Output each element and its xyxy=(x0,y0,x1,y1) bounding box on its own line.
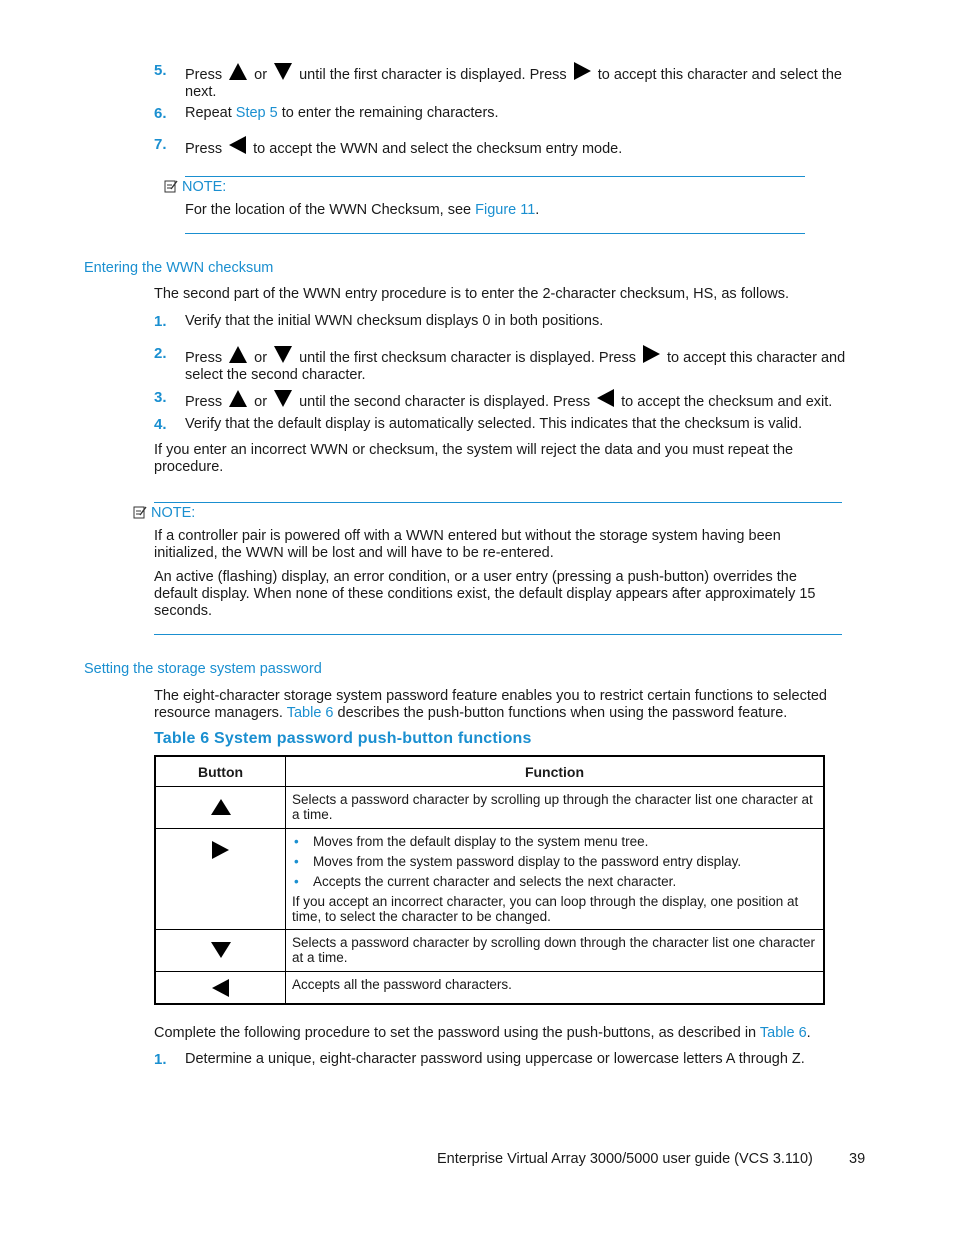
function-cell: Selects a password character by scrollin… xyxy=(285,786,825,829)
bullet-list: Moves from the default display to the sy… xyxy=(292,834,817,889)
step-text-part: Repeat xyxy=(185,105,236,121)
left-arrow-icon xyxy=(597,389,615,407)
step-text: Press or until the second character is d… xyxy=(185,389,855,411)
intro-text-part: . xyxy=(806,1025,811,1041)
section-heading: Entering the WWN checksum xyxy=(84,260,274,276)
note-header: NOTE: xyxy=(164,179,226,195)
down-arrow-icon xyxy=(274,346,293,363)
button-cell xyxy=(154,786,286,829)
intro-text-part: Complete the following procedure to set … xyxy=(154,1025,760,1041)
figure-11-link[interactable]: Figure 11 xyxy=(475,202,535,218)
table-6-link[interactable]: Table 6 xyxy=(760,1025,807,1041)
footer-title: Enterprise Virtual Array 3000/5000 user … xyxy=(437,1151,813,1167)
bullet-item: Moves from the system password display t… xyxy=(292,854,817,869)
step-number: 7. xyxy=(154,136,167,153)
note-paragraph: An active (flashing) display, an error c… xyxy=(154,569,816,619)
left-arrow-icon xyxy=(229,136,247,154)
button-cell xyxy=(154,828,286,930)
note-paragraph: If a controller pair is powered off with… xyxy=(154,528,781,561)
down-arrow-icon xyxy=(274,390,293,407)
step-text-part: to enter the remaining characters. xyxy=(277,105,499,121)
step-text: Press or until the first checksum charac… xyxy=(185,345,855,384)
section-intro: The eight-character storage system passw… xyxy=(154,688,849,722)
step-text-part: to accept the WWN and select the checksu… xyxy=(253,141,623,157)
step-text-part: or xyxy=(254,350,268,366)
table-header-row: Button Function xyxy=(154,755,825,787)
button-cell xyxy=(154,971,286,1004)
step-text-part: Press xyxy=(185,141,223,157)
step-text-part: or xyxy=(254,394,268,410)
note-icon xyxy=(133,506,147,519)
intro-text-part: describes the push-button functions when… xyxy=(333,705,788,721)
note-label: NOTE: xyxy=(151,505,196,521)
bullet-item: Accepts the current character and select… xyxy=(292,874,817,889)
step-text-part: Press xyxy=(185,350,223,366)
step-text: Press or until the first character is di… xyxy=(185,62,855,101)
step-number: 1. xyxy=(154,313,167,330)
note-text-part: . xyxy=(535,202,540,218)
note-label: NOTE: xyxy=(182,179,227,195)
step-text-part: Press xyxy=(185,67,223,83)
procedure-intro: Complete the following procedure to set … xyxy=(154,1025,844,1042)
up-arrow-icon xyxy=(229,63,248,80)
table-row: Selects a password character by scrollin… xyxy=(154,786,825,829)
step-text: Repeat Step 5 to enter the remaining cha… xyxy=(185,105,855,122)
button-cell xyxy=(154,929,286,972)
note-bottom-rule xyxy=(154,634,842,635)
step-text: Determine a unique, eight-character pass… xyxy=(185,1051,805,1067)
table-row: Selects a password character by scrollin… xyxy=(154,929,825,972)
up-arrow-icon xyxy=(229,346,248,363)
step-number: 3. xyxy=(154,389,167,406)
step-text: Verify that the initial WWN checksum dis… xyxy=(185,313,604,329)
page-number: 39 xyxy=(849,1151,866,1167)
step-number: 6. xyxy=(154,105,167,122)
section-intro: The second part of the WWN entry procedu… xyxy=(154,286,790,302)
function-cell: Moves from the default display to the sy… xyxy=(285,828,825,930)
step-5-link[interactable]: Step 5 xyxy=(236,105,278,121)
step-text-part: until the first character is displayed. … xyxy=(299,67,567,83)
step-text-part: until the second character is displayed.… xyxy=(299,394,591,410)
table-caption: Table 6 System password push-button func… xyxy=(154,730,532,747)
right-arrow-icon xyxy=(573,62,591,80)
step-number: 1. xyxy=(154,1051,167,1068)
column-header: Function xyxy=(285,755,825,787)
section-outro: If you enter an incorrect WWN or checksu… xyxy=(154,442,794,475)
section-heading: Setting the storage system password xyxy=(84,661,322,677)
table-row: Moves from the default display to the sy… xyxy=(154,828,825,930)
column-header: Button xyxy=(154,755,286,787)
note-header: NOTE: xyxy=(133,505,195,521)
password-functions-table: Button Function Selects a password chara… xyxy=(154,755,825,1005)
note-text-part: For the location of the WWN Checksum, se… xyxy=(185,202,476,218)
note-top-rule xyxy=(185,176,805,177)
step-text-part: or xyxy=(254,67,268,83)
note-top-rule xyxy=(154,502,842,503)
table-row: Accepts all the password characters. xyxy=(154,971,825,1004)
note-bottom-rule xyxy=(185,233,805,234)
step-text-part: to accept the checksum and exit. xyxy=(621,394,833,410)
step-number: 4. xyxy=(154,416,167,433)
note-icon xyxy=(164,180,178,193)
step-number: 2. xyxy=(154,345,167,362)
up-arrow-icon xyxy=(210,799,231,815)
note-text: For the location of the WWN Checksum, se… xyxy=(185,202,539,218)
up-arrow-icon xyxy=(229,390,248,407)
right-arrow-icon xyxy=(212,841,229,859)
down-arrow-icon xyxy=(210,942,231,958)
step-text-part: until the first checksum character is di… xyxy=(299,350,636,366)
step-text: Press to accept the WWN and select the c… xyxy=(185,136,855,158)
right-arrow-icon xyxy=(643,345,660,363)
table-6-link[interactable]: Table 6 xyxy=(287,705,334,721)
bullet-item: Moves from the default display to the sy… xyxy=(292,834,817,849)
down-arrow-icon xyxy=(274,63,293,80)
step-text: Verify that the default display is autom… xyxy=(185,416,803,432)
function-cell: Accepts all the password characters. xyxy=(285,971,825,1004)
cell-note: If you accept an incorrect character, yo… xyxy=(292,894,799,924)
function-cell: Selects a password character by scrollin… xyxy=(285,929,825,972)
step-number: 5. xyxy=(154,62,167,79)
left-arrow-icon xyxy=(212,979,229,997)
step-text-part: Press xyxy=(185,394,223,410)
